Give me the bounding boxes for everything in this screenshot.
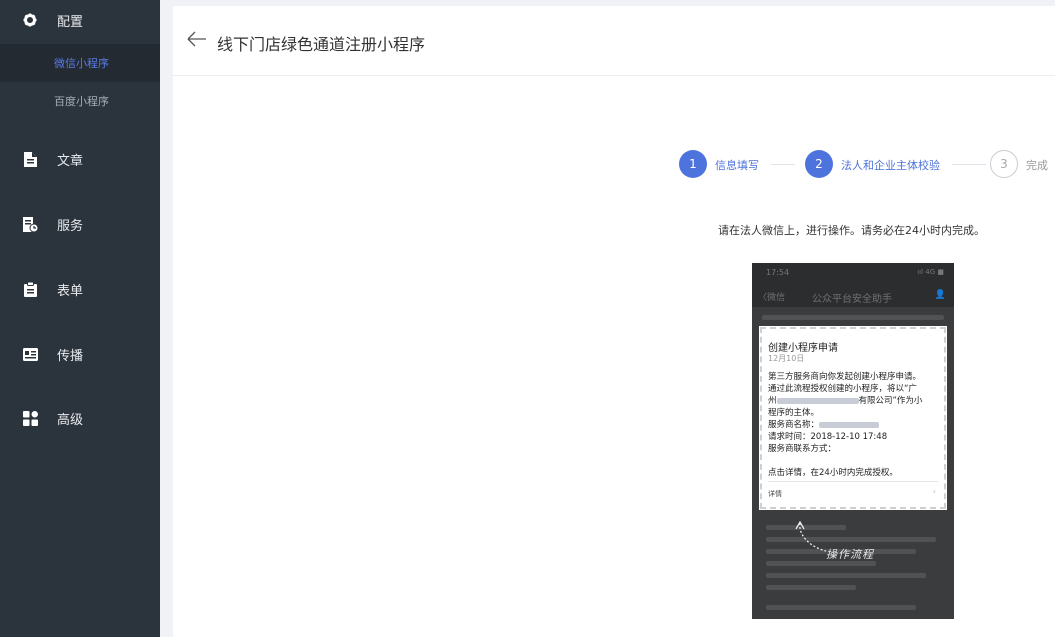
- phone-nav-bar: 〈微信 公众平台安全助手 👤: [752, 285, 954, 307]
- clipboard-icon: [22, 281, 38, 297]
- sidebar-item-label: 文章: [57, 153, 84, 169]
- message-body: 第三方服务商向你发起创建小程序申请。 通过此流程授权创建的小程序，将以“广 州 有…: [768, 371, 942, 479]
- main-panel: 线下门店绿色通道注册小程序 1 信息填写 2 法人和企业主体校验 3 完成 请在…: [173, 6, 1055, 637]
- sidebar-item-forms[interactable]: 表单: [0, 269, 160, 309]
- message-line: 点击详情，在24小时内完成授权。: [768, 468, 898, 478]
- document-icon: [22, 151, 38, 167]
- message-line-suffix: 有限公司”作为小: [858, 396, 923, 406]
- step-1-circle: 1: [679, 150, 707, 178]
- message-line-label: 服务商名称：: [768, 420, 820, 430]
- message-title: 创建小程序申请: [768, 343, 838, 354]
- step-2-label: 法人和企业主体校验: [841, 159, 940, 172]
- blurred-line: [766, 573, 926, 578]
- phone-signal: ııl 4G ■: [917, 268, 944, 276]
- phone-time: 17:54: [766, 268, 790, 277]
- hint-label: 操作流程: [826, 548, 874, 561]
- sidebar-item-services[interactable]: 服务: [0, 204, 160, 244]
- message-line: 程序的主体。: [768, 408, 820, 418]
- sidebar-item-label: 传播: [57, 348, 84, 364]
- chevron-right-icon: ›: [932, 487, 936, 496]
- instruction-text: 请在法人微信上，进行操作。请务必在24小时内完成。: [718, 224, 985, 237]
- blurred-line: [762, 315, 944, 320]
- message-detail-link: 详情: [768, 490, 782, 498]
- sidebar-item-config[interactable]: 配置: [0, 0, 160, 40]
- message-line: 通过此流程授权创建的小程序，将以“广: [768, 384, 917, 394]
- message-divider: [768, 481, 938, 482]
- step-1-label: 信息填写: [715, 159, 759, 172]
- blurred-line: [766, 605, 916, 610]
- sidebar-item-label: 表单: [57, 283, 84, 299]
- sidebar-subitem-baidu-miniprogram[interactable]: 百度小程序: [0, 82, 160, 120]
- message-line-prefix: 州: [768, 396, 777, 406]
- phone-nav-title: 公众平台安全助手: [812, 294, 892, 305]
- phone-screenshot-image: 17:54 ııl 4G ■ 〈微信 公众平台安全助手 👤 创建小程序申请 12…: [752, 263, 954, 619]
- phone-status-bar: 17:54 ııl 4G ■: [752, 263, 954, 285]
- blurred-service-name: [819, 421, 880, 428]
- sidebar: 配置 微信小程序 百度小程序 文章 服务 表单 传播 高级: [0, 0, 160, 637]
- step-connector: [952, 164, 986, 165]
- message-date: 12月10日: [768, 354, 805, 363]
- gear-icon: [22, 12, 38, 28]
- sidebar-item-label: 服务: [57, 218, 84, 234]
- broadcast-icon: [22, 346, 38, 362]
- blurred-company-name: [776, 397, 859, 404]
- sidebar-item-articles[interactable]: 文章: [0, 139, 160, 179]
- message-spacer: [768, 455, 942, 467]
- blurred-line: [766, 585, 856, 590]
- sidebar-item-label: 高级: [57, 412, 84, 428]
- message-line: 服务商名称：: [768, 419, 942, 431]
- grid-icon: [22, 410, 38, 426]
- progress-steps: 1 信息填写 2 法人和企业主体校验 3 完成: [173, 150, 1055, 180]
- step-connector: [771, 164, 795, 165]
- sidebar-item-broadcast[interactable]: 传播: [0, 334, 160, 374]
- step-2-circle: 2: [805, 150, 833, 178]
- step-3-circle: 3: [990, 150, 1018, 178]
- message-line: 请求时间：2018-12-10 17:48: [768, 432, 888, 442]
- service-icon: [22, 216, 38, 232]
- message-line: 州 有限公司”作为小: [768, 395, 942, 407]
- phone-nav-back: 〈微信: [758, 293, 786, 303]
- step-3-label: 完成: [1026, 159, 1048, 172]
- user-icon: 👤: [934, 290, 946, 300]
- message-card: 创建小程序申请 12月10日 第三方服务商向你发起创建小程序申请。 通过此流程授…: [759, 326, 947, 510]
- page-header: 线下门店绿色通道注册小程序: [173, 6, 1055, 76]
- message-line: 服务商联系方式：: [768, 444, 837, 454]
- sidebar-subitem-label: 百度小程序: [54, 95, 109, 108]
- sidebar-item-advanced[interactable]: 高级: [0, 398, 160, 438]
- sidebar-subitem-wechat-miniprogram[interactable]: 微信小程序: [0, 44, 160, 82]
- message-line: 第三方服务商向你发起创建小程序申请。: [768, 372, 922, 382]
- sidebar-subitem-label: 微信小程序: [54, 57, 109, 70]
- page-title: 线下门店绿色通道注册小程序: [217, 35, 426, 54]
- sidebar-item-label: 配置: [57, 14, 84, 30]
- back-arrow-icon[interactable]: [186, 28, 208, 50]
